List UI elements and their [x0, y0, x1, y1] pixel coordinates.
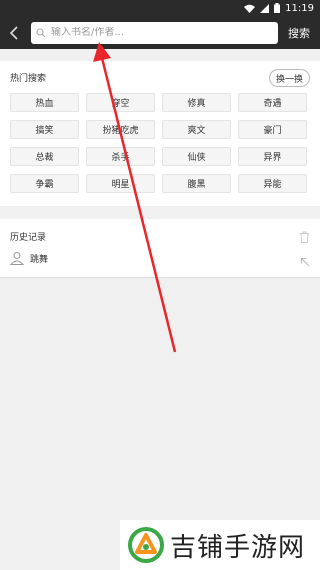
history-item-label: 跳舞 [30, 254, 49, 265]
hot-tag[interactable]: 豪门 [238, 120, 307, 139]
hot-tag[interactable]: 仙侠 [162, 147, 231, 166]
hot-tag[interactable]: 热血 [10, 93, 79, 112]
history-title: 历史记录 [10, 233, 47, 243]
wifi-icon [244, 4, 256, 13]
watermark-text: 吉铺手游网 [170, 532, 306, 563]
history-item[interactable]: 跳舞 [10, 251, 48, 265]
search-icon [36, 27, 46, 37]
hot-search-section: 热门搜索 换一换 热血 穿空 修真 奇遇 搞笑 扮猪吃虎 爽文 豪门 总裁 杀手… [0, 61, 320, 206]
search-header: 搜索 [0, 16, 320, 49]
refresh-button[interactable]: 换一换 [269, 69, 310, 87]
hot-tag[interactable]: 腹黑 [162, 174, 231, 193]
battery-icon [274, 3, 281, 13]
status-time: 11:19 [285, 2, 314, 14]
hot-tag[interactable]: 总裁 [10, 147, 79, 166]
hot-tag[interactable]: 异能 [238, 174, 307, 193]
status-bar: 11:19 [0, 0, 320, 16]
hot-tag[interactable]: 爽文 [162, 120, 231, 139]
hot-tag-grid: 热血 穿空 修真 奇遇 搞笑 扮猪吃虎 爽文 豪门 总裁 杀手 仙侠 异界 争霸… [10, 93, 307, 193]
hot-tag[interactable]: 扮猪吃虎 [86, 120, 155, 139]
cellular-signal-icon [260, 3, 270, 13]
watermark-logo-icon [128, 527, 164, 563]
arrow-up-left-icon[interactable] [300, 252, 310, 271]
user-icon [10, 252, 24, 265]
search-button[interactable]: 搜索 [288, 25, 310, 41]
hot-tag[interactable]: 奇遇 [238, 93, 307, 112]
hot-tag[interactable]: 明星 [86, 174, 155, 193]
history-section: 历史记录 跳舞 [0, 219, 320, 278]
hot-search-title: 热门搜索 [10, 74, 47, 84]
back-button[interactable] [0, 16, 28, 49]
hot-tag[interactable]: 穿空 [86, 93, 155, 112]
chevron-left-icon [9, 25, 18, 40]
search-box[interactable] [31, 21, 278, 44]
trash-icon[interactable] [299, 228, 310, 247]
hot-tag[interactable]: 异界 [238, 147, 307, 166]
hot-tag[interactable]: 争霸 [10, 174, 79, 193]
hot-tag[interactable]: 杀手 [86, 147, 155, 166]
hot-tag[interactable]: 搞笑 [10, 120, 79, 139]
search-input[interactable] [51, 27, 266, 38]
hot-tag[interactable]: 修真 [162, 93, 231, 112]
watermark: 吉铺手游网 [120, 520, 320, 570]
